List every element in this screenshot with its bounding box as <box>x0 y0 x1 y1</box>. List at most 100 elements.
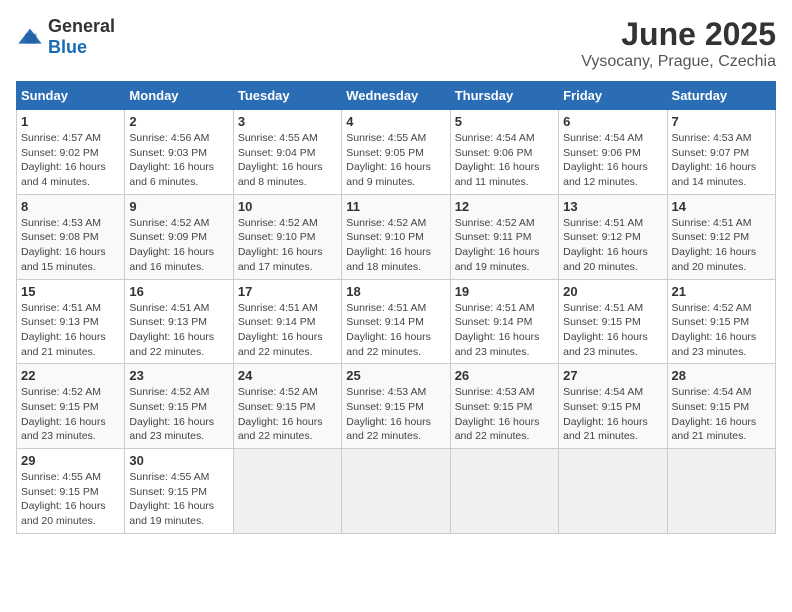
day-info: Sunrise: 4:54 AMSunset: 9:15 PMDaylight:… <box>563 385 662 444</box>
table-row: 22 Sunrise: 4:52 AMSunset: 9:15 PMDayligh… <box>17 364 125 449</box>
table-row <box>342 449 450 534</box>
day-number: 23 <box>129 368 228 383</box>
logo-blue: Blue <box>48 37 87 57</box>
table-row: 29Sunrise: 4:55 AMSunset: 9:15 PMDayligh… <box>17 449 125 534</box>
col-thursday: Thursday <box>450 82 558 110</box>
day-info: Sunrise: 4:52 AMSunset: 9:15 PMDaylight:… <box>21 385 120 444</box>
day-info: Sunrise: 4:53 AMSunset: 9:15 PMDaylight:… <box>346 385 445 444</box>
col-wednesday: Wednesday <box>342 82 450 110</box>
calendar-week-row: 8 Sunrise: 4:53 AMSunset: 9:08 PMDaylight… <box>17 194 776 279</box>
day-number: 1 <box>21 114 120 129</box>
table-row: 2Sunrise: 4:56 AMSunset: 9:03 PMDaylight… <box>125 110 233 195</box>
day-number: 24 <box>238 368 337 383</box>
day-info: Sunrise: 4:57 AMSunset: 9:02 PMDaylight:… <box>21 131 120 190</box>
day-number: 15 <box>21 284 120 299</box>
table-row: 14Sunrise: 4:51 AMSunset: 9:12 PMDayligh… <box>667 194 775 279</box>
table-row: 21 Sunrise: 4:52 AMSunset: 9:15 PMDayligh… <box>667 279 775 364</box>
day-number: 18 <box>346 284 445 299</box>
day-info: Sunrise: 4:55 AMSunset: 9:15 PMDaylight:… <box>21 470 120 529</box>
day-info: Sunrise: 4:52 AMSunset: 9:10 PMDaylight:… <box>238 216 337 275</box>
calendar-header-row: Sunday Monday Tuesday Wednesday Thursday… <box>17 82 776 110</box>
day-info: Sunrise: 4:52 AMSunset: 9:15 PMDaylight:… <box>129 385 228 444</box>
table-row <box>233 449 341 534</box>
table-row <box>667 449 775 534</box>
table-row: 13 Sunrise: 4:51 AMSunset: 9:12 PMDayligh… <box>559 194 667 279</box>
table-row: 10 Sunrise: 4:52 AMSunset: 9:10 PMDayligh… <box>233 194 341 279</box>
day-info: Sunrise: 4:53 AMSunset: 9:15 PMDaylight:… <box>455 385 554 444</box>
day-info: Sunrise: 4:52 AMSunset: 9:09 PMDaylight:… <box>129 216 228 275</box>
day-number: 3 <box>238 114 337 129</box>
table-row: 15 Sunrise: 4:51 AMSunset: 9:13 PMDayligh… <box>17 279 125 364</box>
day-number: 6 <box>563 114 662 129</box>
day-info: Sunrise: 4:53 AMSunset: 9:08 PMDaylight:… <box>21 216 120 275</box>
table-row: 30 Sunrise: 4:55 AMSunset: 9:15 PMDayligh… <box>125 449 233 534</box>
day-number: 20 <box>563 284 662 299</box>
day-number: 13 <box>563 199 662 214</box>
day-number: 21 <box>672 284 771 299</box>
logo-icon <box>16 27 44 47</box>
table-row: 5 Sunrise: 4:54 AMSunset: 9:06 PMDaylight… <box>450 110 558 195</box>
day-info: Sunrise: 4:51 AMSunset: 9:13 PMDaylight:… <box>21 301 120 360</box>
table-row: 9Sunrise: 4:52 AMSunset: 9:09 PMDaylight… <box>125 194 233 279</box>
table-row: 16Sunrise: 4:51 AMSunset: 9:13 PMDayligh… <box>125 279 233 364</box>
day-number: 5 <box>455 114 554 129</box>
calendar-week-row: 15 Sunrise: 4:51 AMSunset: 9:13 PMDayligh… <box>17 279 776 364</box>
logo: General Blue <box>16 16 115 58</box>
table-row: 25 Sunrise: 4:53 AMSunset: 9:15 PMDayligh… <box>342 364 450 449</box>
day-info: Sunrise: 4:55 AMSunset: 9:04 PMDaylight:… <box>238 131 337 190</box>
day-number: 10 <box>238 199 337 214</box>
day-info: Sunrise: 4:54 AMSunset: 9:06 PMDaylight:… <box>563 131 662 190</box>
location-title: Vysocany, Prague, Czechia <box>581 53 776 71</box>
day-info: Sunrise: 4:52 AMSunset: 9:10 PMDaylight:… <box>346 216 445 275</box>
calendar-week-row: 1 Sunrise: 4:57 AMSunset: 9:02 PMDaylight… <box>17 110 776 195</box>
table-row: 26Sunrise: 4:53 AMSunset: 9:15 PMDayligh… <box>450 364 558 449</box>
day-number: 30 <box>129 453 228 468</box>
table-row: 12 Sunrise: 4:52 AMSunset: 9:11 PMDayligh… <box>450 194 558 279</box>
day-number: 8 <box>21 199 120 214</box>
day-info: Sunrise: 4:52 AMSunset: 9:15 PMDaylight:… <box>672 301 771 360</box>
calendar-week-row: 29Sunrise: 4:55 AMSunset: 9:15 PMDayligh… <box>17 449 776 534</box>
calendar-table: Sunday Monday Tuesday Wednesday Thursday… <box>16 81 776 534</box>
day-info: Sunrise: 4:51 AMSunset: 9:12 PMDaylight:… <box>563 216 662 275</box>
table-row: 19Sunrise: 4:51 AMSunset: 9:14 PMDayligh… <box>450 279 558 364</box>
table-row: 28Sunrise: 4:54 AMSunset: 9:15 PMDayligh… <box>667 364 775 449</box>
day-info: Sunrise: 4:55 AMSunset: 9:15 PMDaylight:… <box>129 470 228 529</box>
day-number: 4 <box>346 114 445 129</box>
month-title: June 2025 <box>581 16 776 53</box>
day-info: Sunrise: 4:51 AMSunset: 9:15 PMDaylight:… <box>563 301 662 360</box>
col-friday: Friday <box>559 82 667 110</box>
table-row: 1 Sunrise: 4:57 AMSunset: 9:02 PMDaylight… <box>17 110 125 195</box>
day-number: 22 <box>21 368 120 383</box>
day-number: 11 <box>346 199 445 214</box>
day-info: Sunrise: 4:51 AMSunset: 9:14 PMDaylight:… <box>455 301 554 360</box>
day-info: Sunrise: 4:53 AMSunset: 9:07 PMDaylight:… <box>672 131 771 190</box>
day-info: Sunrise: 4:54 AMSunset: 9:06 PMDaylight:… <box>455 131 554 190</box>
col-tuesday: Tuesday <box>233 82 341 110</box>
day-info: Sunrise: 4:52 AMSunset: 9:11 PMDaylight:… <box>455 216 554 275</box>
day-info: Sunrise: 4:51 AMSunset: 9:13 PMDaylight:… <box>129 301 228 360</box>
day-number: 12 <box>455 199 554 214</box>
table-row <box>450 449 558 534</box>
day-info: Sunrise: 4:51 AMSunset: 9:14 PMDaylight:… <box>346 301 445 360</box>
table-row <box>559 449 667 534</box>
table-row: 8 Sunrise: 4:53 AMSunset: 9:08 PMDaylight… <box>17 194 125 279</box>
day-info: Sunrise: 4:51 AMSunset: 9:12 PMDaylight:… <box>672 216 771 275</box>
table-row: 3 Sunrise: 4:55 AMSunset: 9:04 PMDaylight… <box>233 110 341 195</box>
table-row: 7 Sunrise: 4:53 AMSunset: 9:07 PMDaylight… <box>667 110 775 195</box>
table-row: 20 Sunrise: 4:51 AMSunset: 9:15 PMDayligh… <box>559 279 667 364</box>
table-row: 23 Sunrise: 4:52 AMSunset: 9:15 PMDayligh… <box>125 364 233 449</box>
day-number: 27 <box>563 368 662 383</box>
day-info: Sunrise: 4:56 AMSunset: 9:03 PMDaylight:… <box>129 131 228 190</box>
day-number: 25 <box>346 368 445 383</box>
title-area: June 2025 Vysocany, Prague, Czechia <box>581 16 776 71</box>
table-row: 24Sunrise: 4:52 AMSunset: 9:15 PMDayligh… <box>233 364 341 449</box>
table-row: 17Sunrise: 4:51 AMSunset: 9:14 PMDayligh… <box>233 279 341 364</box>
calendar-week-row: 22 Sunrise: 4:52 AMSunset: 9:15 PMDayligh… <box>17 364 776 449</box>
col-saturday: Saturday <box>667 82 775 110</box>
table-row: 11 Sunrise: 4:52 AMSunset: 9:10 PMDayligh… <box>342 194 450 279</box>
table-row: 6 Sunrise: 4:54 AMSunset: 9:06 PMDaylight… <box>559 110 667 195</box>
page-header: General Blue June 2025 Vysocany, Prague,… <box>16 16 776 71</box>
day-number: 17 <box>238 284 337 299</box>
day-number: 7 <box>672 114 771 129</box>
table-row: 4Sunrise: 4:55 AMSunset: 9:05 PMDaylight… <box>342 110 450 195</box>
